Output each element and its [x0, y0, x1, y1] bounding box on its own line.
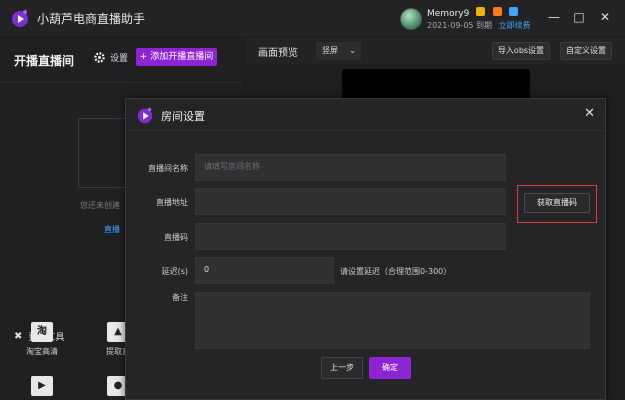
panel-title: 开播直播间 — [14, 54, 75, 68]
taobao-icon: 淘 — [31, 322, 53, 342]
vip-badge-icon — [476, 7, 486, 16]
settings-label: 设置 — [110, 54, 129, 64]
maximize-icon[interactable]: □ — [571, 9, 587, 25]
confirm-button[interactable]: 确定 — [369, 357, 411, 379]
gourd-logo-icon — [137, 107, 153, 124]
previous-button[interactable]: 上一步 — [321, 357, 363, 379]
delay-input[interactable]: 0 — [195, 257, 334, 284]
preview-toolbar: 画面预览 竖屏 ⌄ 导入obs设置 自定义设置 — [246, 38, 625, 64]
tool-label: 淘宝高清 — [26, 347, 58, 356]
divider — [0, 82, 242, 83]
create-room-link[interactable]: 直播 — [104, 224, 120, 235]
orientation-select[interactable]: 竖屏 ⌄ — [316, 42, 361, 60]
tool-taobao-hd[interactable]: 淘 淘宝高清 — [22, 322, 62, 357]
room-name-input[interactable]: 请填写房间名称 — [195, 154, 506, 181]
room-name-label: 直播间名称 — [148, 164, 188, 173]
orientation-value: 竖屏 — [322, 46, 338, 55]
minimize-icon[interactable]: — — [546, 9, 562, 25]
video-icon: ▶ — [31, 376, 53, 396]
gourd-logo-icon — [12, 10, 28, 27]
tool-video[interactable]: ▶ — [22, 376, 62, 400]
empty-state-text: 您还未创建 — [80, 201, 120, 210]
address-label: 直播地址 — [156, 198, 188, 207]
gear-icon — [94, 52, 105, 63]
preview-title: 画面预览 — [258, 48, 298, 59]
app-window: 小葫芦电商直播助手 Memory9 2021-09-05 到期 立即续费 — □… — [0, 0, 625, 400]
user-profile[interactable]: Memory9 2021-09-05 到期 立即续费 — [400, 5, 531, 32]
import-obs-button[interactable]: 导入obs设置 — [492, 42, 550, 60]
level-badge-icon — [492, 7, 502, 16]
delay-label: 延迟(s) — [161, 267, 188, 276]
title-bar: 小葫芦电商直播助手 Memory9 2021-09-05 到期 立即续费 — □… — [0, 0, 625, 36]
dialog-header: 房间设置 ✕ — [126, 99, 605, 131]
stream-code-label: 直播码 — [164, 233, 188, 242]
note-label: 备注 — [172, 293, 188, 302]
close-icon[interactable]: ✕ — [584, 106, 595, 121]
delay-hint: 请设置延迟（合理范围0-300） — [340, 267, 452, 276]
address-input[interactable] — [195, 188, 506, 215]
verified-badge-icon — [508, 7, 518, 16]
close-icon[interactable]: ✕ — [597, 9, 613, 25]
add-room-button[interactable]: + 添加开播直播间 — [136, 48, 217, 66]
chevron-down-icon: ⌄ — [349, 46, 356, 55]
settings-button[interactable]: 设置 — [94, 51, 128, 64]
get-stream-code-button[interactable]: 获取直播码 — [524, 193, 590, 213]
app-title: 小葫芦电商直播助手 — [37, 12, 146, 26]
highlight-box: 获取直播码 — [517, 185, 597, 223]
expiry-date: 2021-09-05 到期 — [427, 21, 493, 30]
user-name: Memory9 — [427, 9, 470, 19]
note-textarea[interactable] — [195, 292, 590, 349]
user-info: Memory9 2021-09-05 到期 立即续费 — [427, 5, 531, 32]
stream-code-input[interactable] — [195, 223, 506, 250]
room-settings-dialog: 房间设置 ✕ 直播间名称 请填写房间名称 直播地址 获取直播码 直播码 延迟(s… — [125, 98, 606, 400]
renew-link[interactable]: 立即续费 — [499, 21, 531, 30]
avatar[interactable] — [400, 7, 422, 30]
custom-settings-button[interactable]: 自定义设置 — [560, 42, 612, 60]
dialog-title: 房间设置 — [161, 110, 205, 123]
